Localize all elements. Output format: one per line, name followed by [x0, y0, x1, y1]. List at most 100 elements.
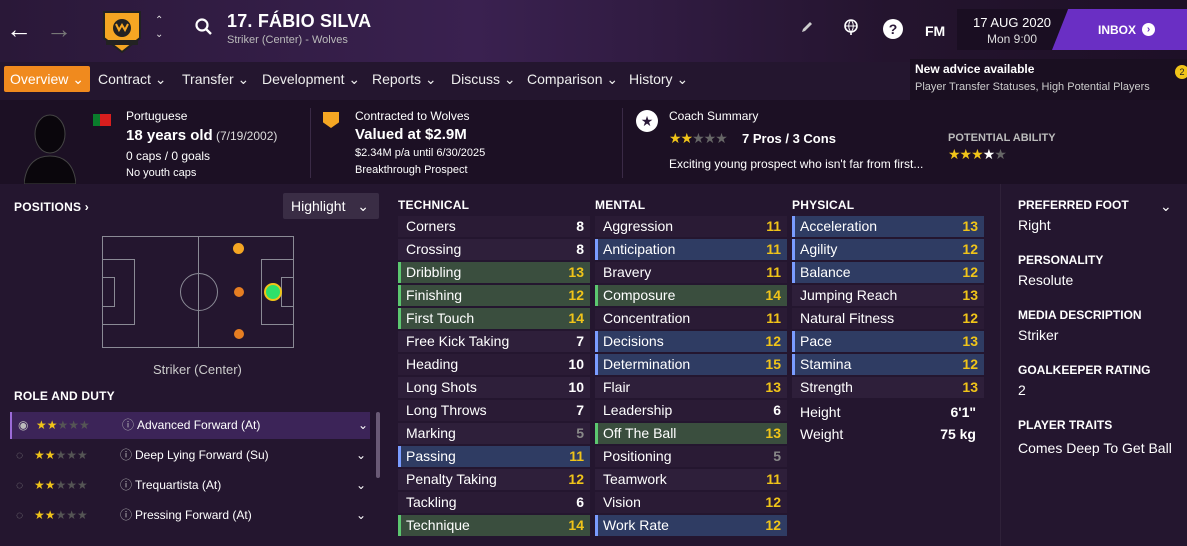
attribute-row[interactable]: Dribbling 13	[398, 262, 590, 283]
forward-arrow-icon[interactable]: →	[46, 16, 72, 42]
coach-summary-text[interactable]: Exciting young prospect who isn't far fr…	[669, 157, 923, 171]
top-bar: ← → ⌃ ⌄ 17. FÁBIO SILVA Striker (Center) …	[0, 0, 1187, 62]
attribute-row[interactable]: Concentration 11	[595, 308, 787, 329]
tab-contract[interactable]: Contract ⌄	[92, 66, 173, 92]
attribute-row[interactable]: Jumping Reach 13	[792, 285, 984, 306]
attribute-row[interactable]: Positioning 5	[595, 446, 787, 467]
role-scrollbar[interactable]	[376, 412, 380, 478]
search-icon[interactable]	[195, 18, 213, 36]
role-row[interactable]: ◌ ★★★★★ ⓘ Pressing Forward (At) ⌄	[10, 502, 370, 529]
attribute-value: 13	[962, 379, 978, 395]
attribute-row[interactable]: Aggression 11	[595, 216, 787, 237]
mental-title: MENTAL	[595, 198, 646, 212]
tab-transfer[interactable]: Transfer ⌄	[176, 66, 255, 92]
chevron-down-icon[interactable]: ⌄	[356, 472, 366, 499]
attribute-row[interactable]: Vision 12	[595, 492, 787, 513]
inbox-button[interactable]: INBOX ›	[1052, 9, 1187, 50]
back-arrow-icon[interactable]: ←	[6, 16, 32, 42]
tab-development[interactable]: Development ⌄	[256, 66, 366, 92]
attribute-row[interactable]: Strength 13	[792, 377, 984, 398]
tab-history[interactable]: History ⌄	[623, 66, 694, 92]
info-icon[interactable]: ⓘ	[120, 472, 132, 499]
attribute-row[interactable]: Free Kick Taking 7	[398, 331, 590, 352]
attribute-row[interactable]: Bravery 11	[595, 262, 787, 283]
attribute-row[interactable]: Tackling 6	[398, 492, 590, 513]
chevron-down-icon[interactable]: ⌄	[358, 412, 368, 439]
date-box: 17 AUG 2020 Mon 9:00	[957, 9, 1067, 50]
attribute-row[interactable]: Off The Ball 13	[595, 423, 787, 444]
media-description-value: Striker	[1018, 327, 1059, 343]
personality-label: PERSONALITY	[1018, 253, 1104, 267]
potential-ability-label: POTENTIAL ABILITY	[948, 132, 1056, 144]
role-stars: ★★★★★	[34, 448, 88, 462]
attribute-row[interactable]: Penalty Taking 12	[398, 469, 590, 490]
technical-title: TECHNICAL	[398, 198, 470, 212]
attribute-row[interactable]: Agility 12	[792, 239, 984, 260]
help-icon[interactable]: ?	[883, 19, 903, 39]
attribute-name: Marking	[406, 425, 456, 441]
attribute-value: 12	[765, 517, 781, 533]
info-icon[interactable]: ⓘ	[120, 502, 132, 529]
attribute-row[interactable]: Stamina 12	[792, 354, 984, 375]
attribute-row[interactable]: Composure 14	[595, 285, 787, 306]
chevron-down-icon[interactable]: ⌄	[1160, 198, 1172, 215]
attribute-row[interactable]: Teamwork 11	[595, 469, 787, 490]
role-stars: ★★★★★	[34, 478, 88, 492]
wage-contract: $2.34M p/a until 6/30/2025	[355, 147, 486, 159]
attribute-name: Flair	[603, 379, 631, 395]
radio-icon[interactable]: ◌	[16, 472, 23, 499]
fm-menu-button[interactable]: FM	[925, 23, 945, 39]
advice-notification[interactable]: New advice available Player Transfer Sta…	[910, 59, 1187, 101]
player-up-down-arrows[interactable]: ⌃ ⌄	[155, 14, 163, 42]
goalkeeper-rating-label: GOALKEEPER RATING	[1018, 363, 1151, 377]
nationality: Portuguese	[126, 109, 188, 123]
attribute-row[interactable]: Passing 11	[398, 446, 590, 467]
current-date: 17 AUG 2020	[972, 15, 1052, 30]
attribute-name: Determination	[603, 356, 691, 372]
attribute-row[interactable]: Leadership 6	[595, 400, 787, 421]
attribute-row[interactable]: Natural Fitness 12	[792, 308, 984, 329]
attribute-row[interactable]: Anticipation 11	[595, 239, 787, 260]
tab-reports[interactable]: Reports ⌄	[366, 66, 443, 92]
attribute-row[interactable]: Finishing 12	[398, 285, 590, 306]
attribute-value: 13	[765, 379, 781, 395]
attribute-row[interactable]: Corners 8	[398, 216, 590, 237]
attribute-name: Acceleration	[800, 218, 878, 234]
attribute-row[interactable]: Acceleration 13	[792, 216, 984, 237]
attribute-row[interactable]: Work Rate 12	[595, 515, 787, 536]
role-row[interactable]: ◌ ★★★★★ ⓘ Trequartista (At) ⌄	[10, 472, 370, 499]
attribute-row[interactable]: Heading 10	[398, 354, 590, 375]
attribute-row[interactable]: Technique 14	[398, 515, 590, 536]
info-icon[interactable]: ⓘ	[120, 442, 132, 469]
divider	[622, 108, 623, 178]
chevron-down-icon[interactable]: ⌄	[356, 502, 366, 529]
divider	[310, 108, 311, 178]
attribute-row[interactable]: Determination 15	[595, 354, 787, 375]
radio-selected-icon[interactable]: ◉	[18, 412, 28, 439]
info-icon[interactable]: ⓘ	[122, 412, 134, 439]
attribute-row[interactable]: Pace 13	[792, 331, 984, 352]
tab-overview[interactable]: Overview ⌄	[4, 66, 90, 92]
attribute-row[interactable]: Decisions 12	[595, 331, 787, 352]
tab-discuss[interactable]: Discuss ⌄	[445, 66, 522, 92]
date-of-birth: (7/19/2002)	[216, 129, 278, 143]
attribute-value: 13	[568, 264, 584, 280]
attribute-name: Composure	[603, 287, 676, 303]
radio-icon[interactable]: ◌	[16, 502, 23, 529]
pencil-icon[interactable]	[800, 20, 814, 34]
chevron-down-icon[interactable]: ⌄	[356, 442, 366, 469]
tab-comparison[interactable]: Comparison ⌄	[521, 66, 624, 92]
attribute-row[interactable]: Marking 5	[398, 423, 590, 444]
radio-icon[interactable]: ◌	[16, 442, 23, 469]
highlight-dropdown[interactable]: Highlight ⌄	[283, 193, 379, 219]
attribute-row[interactable]: Flair 13	[595, 377, 787, 398]
attribute-row[interactable]: First Touch 14	[398, 308, 590, 329]
role-row[interactable]: ◉ ★★★★★ ⓘ Advanced Forward (At) ⌄	[10, 412, 370, 439]
globe-icon[interactable]	[842, 18, 860, 36]
attribute-row[interactable]: Long Shots 10	[398, 377, 590, 398]
attribute-row[interactable]: Balance 12	[792, 262, 984, 283]
attribute-row[interactable]: Crossing 8	[398, 239, 590, 260]
attribute-row[interactable]: Long Throws 7	[398, 400, 590, 421]
role-row[interactable]: ◌ ★★★★★ ⓘ Deep Lying Forward (Su) ⌄	[10, 442, 370, 469]
positions-title[interactable]: POSITIONS ›	[14, 200, 89, 214]
